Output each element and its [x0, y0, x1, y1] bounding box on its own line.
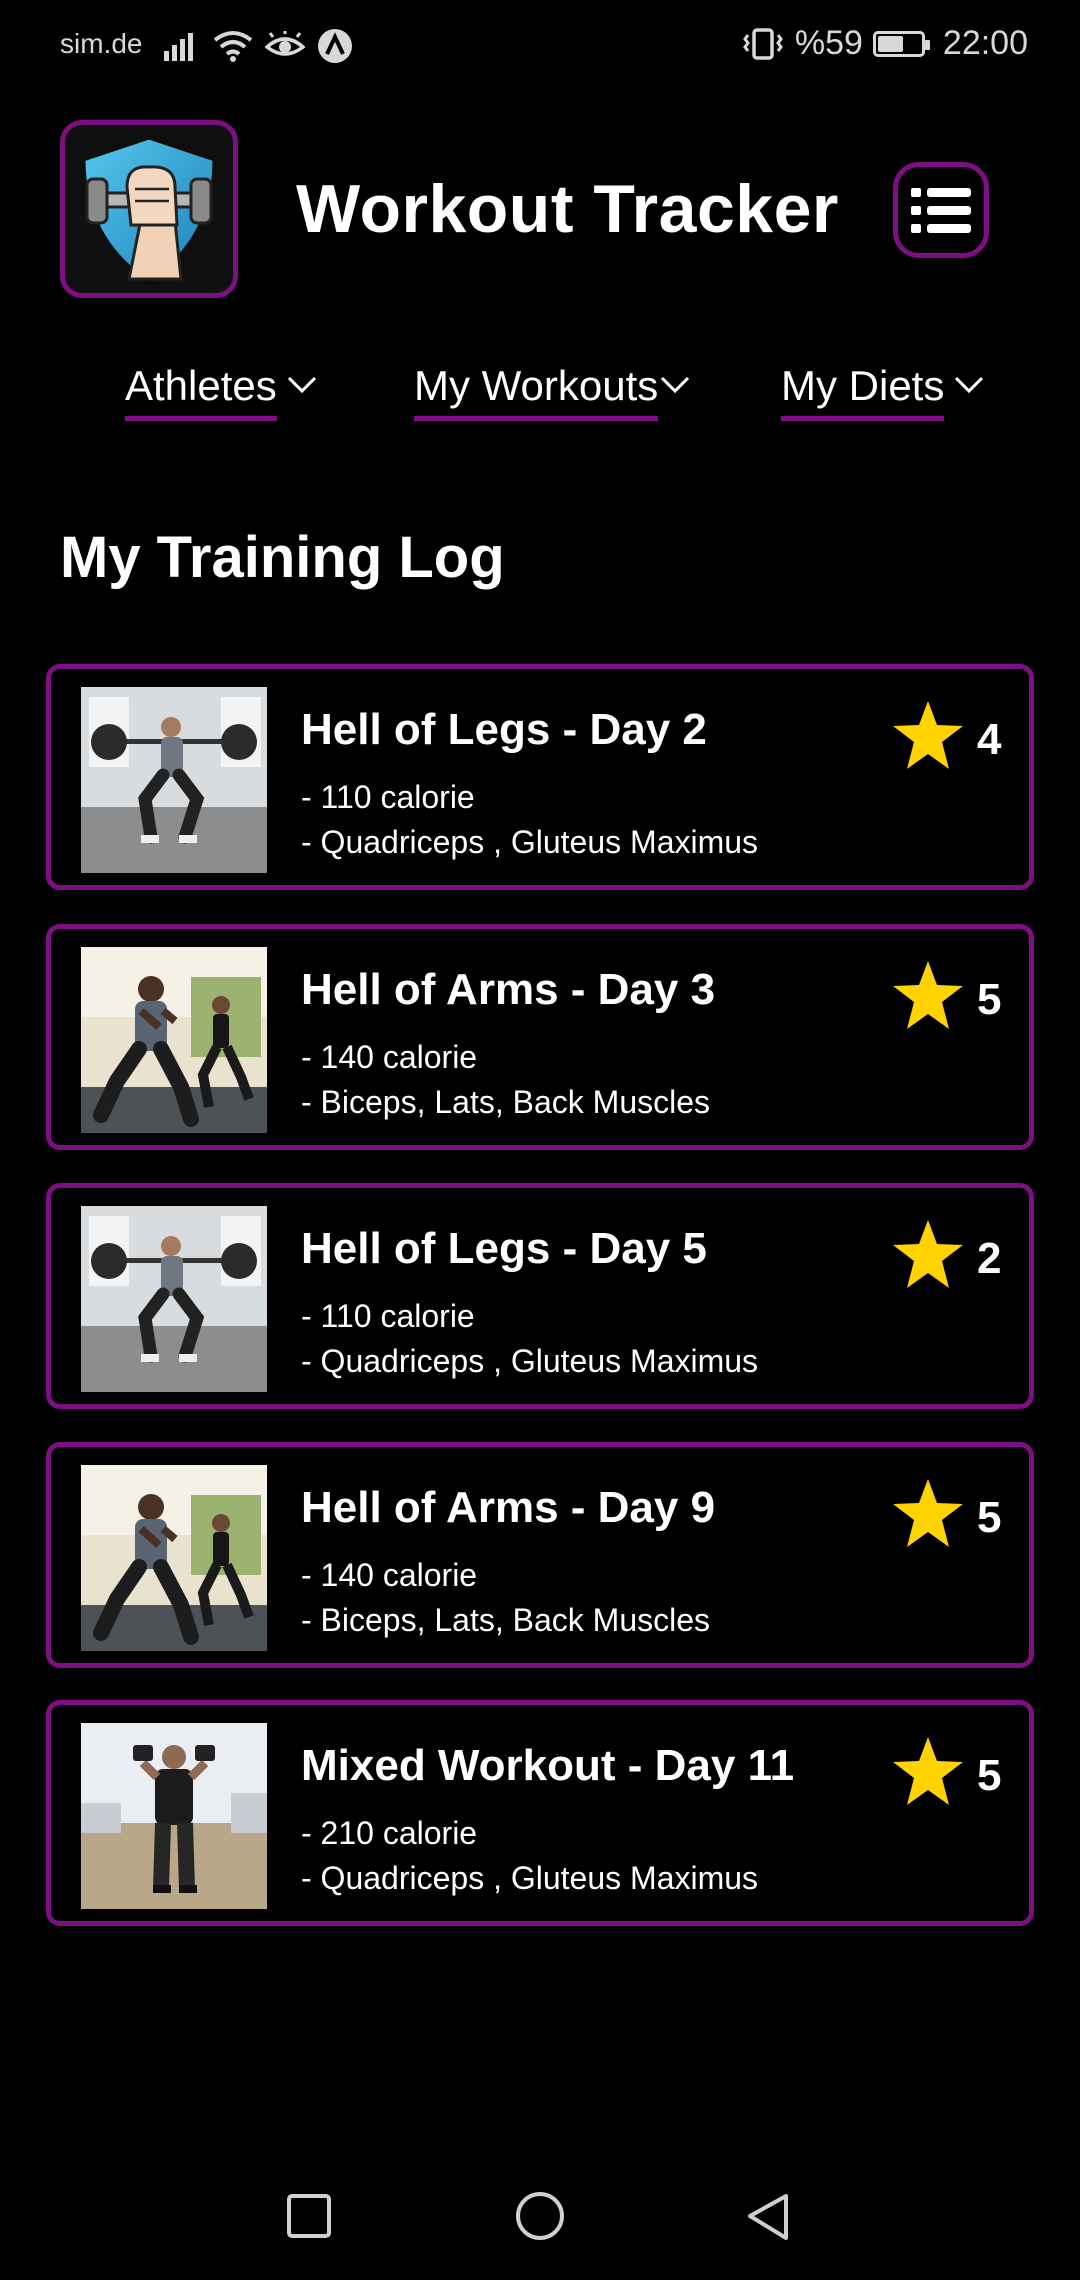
app-title: Workout Tracker — [296, 171, 839, 247]
workout-card[interactable]: Hell of Legs - Day 5 - 110 calorie - Quadr… — [46, 1183, 1034, 1409]
workout-thumbnail — [81, 1465, 267, 1651]
nav-label: My Diets — [781, 362, 945, 421]
workout-calories: - 110 calorie — [301, 1298, 475, 1334]
back-triangle-icon[interactable] — [744, 2192, 792, 2244]
recents-square-icon[interactable] — [285, 2192, 333, 2240]
workout-muscles: - Quadriceps , Gluteus Maximus — [301, 1343, 759, 1379]
nav-my-diets[interactable]: My Diets — [781, 362, 984, 421]
workout-muscles: - Biceps, Lats, Back Muscles — [301, 1084, 711, 1120]
eye-icon — [265, 31, 305, 56]
workout-card[interactable]: Mixed Workout - Day 11 - 210 calorie - Qua… — [46, 1700, 1034, 1926]
workout-muscles: - Quadriceps , Gluteus Maximus — [301, 1860, 759, 1896]
dumbbell-shield-logo — [80, 134, 218, 287]
workout-rating: 5 — [977, 1493, 1002, 1542]
star-icon — [891, 1218, 965, 1292]
carrier-label: sim.de — [60, 28, 143, 59]
nav-athletes[interactable]: Athletes — [125, 362, 317, 421]
section-title: My Training Log — [60, 525, 505, 590]
workout-rating: 5 — [977, 975, 1002, 1024]
workout-thumbnail — [81, 687, 267, 873]
workout-thumbnail — [81, 1723, 267, 1909]
workout-title: Hell of Arms - Day 9 — [301, 1483, 716, 1532]
workout-calories: - 140 calorie — [301, 1557, 478, 1593]
clock: 22:00 — [942, 24, 1028, 62]
workout-rating: 5 — [977, 1751, 1002, 1800]
battery-percent: %59 — [794, 24, 863, 62]
nav-label: My Workouts — [414, 362, 659, 421]
chevron-down-icon — [661, 376, 690, 394]
star-icon — [891, 1477, 965, 1551]
chevron-down-icon — [287, 376, 316, 394]
workout-rating: 2 — [977, 1234, 1002, 1283]
workout-title: Hell of Legs - Day 2 — [301, 705, 707, 754]
vibrate-icon — [742, 27, 783, 60]
workout-calories: - 140 calorie — [301, 1039, 478, 1075]
battery-icon — [872, 30, 930, 57]
workout-calories: - 210 calorie — [301, 1815, 478, 1851]
system-nav-bar — [0, 2160, 1080, 2280]
signal-icon — [164, 33, 193, 61]
star-icon — [891, 959, 965, 1033]
workout-card[interactable]: Hell of Arms - Day 9 - 140 calorie - Bicep… — [46, 1442, 1034, 1668]
chevron-down-icon — [955, 376, 984, 394]
workout-calories: - 110 calorie — [301, 779, 475, 815]
nav-label: Athletes — [125, 362, 277, 421]
menu-button[interactable] — [893, 162, 989, 258]
workout-title: Mixed Workout - Day 11 — [301, 1741, 795, 1790]
app-logo[interactable] — [60, 120, 238, 298]
home-circle-icon[interactable] — [514, 2192, 566, 2244]
status-bar: sim.de %59 22:00 — [0, 0, 1080, 92]
star-icon — [891, 699, 965, 773]
wifi-icon — [213, 31, 253, 62]
workout-card[interactable]: Hell of Arms - Day 3 - 140 calorie - Bicep… — [46, 924, 1034, 1150]
workout-card[interactable]: Hell of Legs - Day 2 - 110 calorie - Quadr… — [46, 664, 1034, 890]
list-menu-icon — [911, 188, 971, 233]
workout-title: Hell of Legs - Day 5 — [301, 1224, 707, 1273]
app-a-icon — [318, 29, 352, 63]
star-icon — [891, 1735, 965, 1809]
workout-muscles: - Biceps, Lats, Back Muscles — [301, 1602, 711, 1638]
nav-my-workouts[interactable]: My Workouts — [414, 362, 690, 421]
workout-title: Hell of Arms - Day 3 — [301, 965, 716, 1014]
workout-muscles: - Quadriceps , Gluteus Maximus — [301, 824, 759, 860]
workout-thumbnail — [81, 947, 267, 1133]
workout-thumbnail — [81, 1206, 267, 1392]
workout-rating: 4 — [977, 715, 1002, 764]
